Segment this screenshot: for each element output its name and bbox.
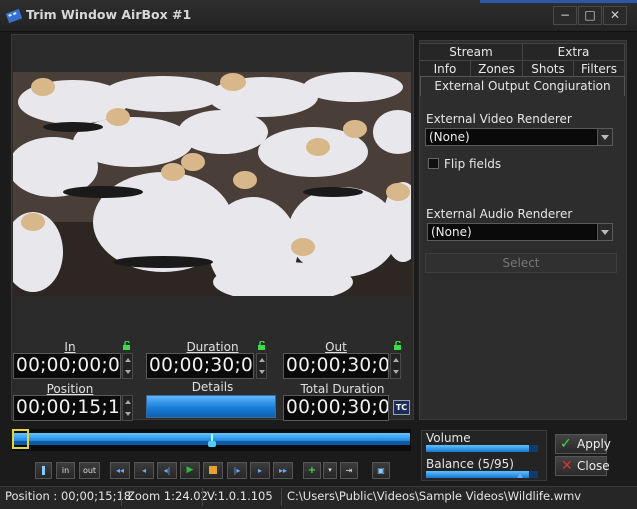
out-timecode-field[interactable]: 00;00;30;02 [283,353,389,379]
audio-renderer-value: (None) [431,225,472,239]
details-label: Details [191,380,234,394]
mark-out-button[interactable]: out [79,462,100,479]
apply-label: Apply [577,437,611,451]
chevron-down-icon[interactable] [597,224,612,240]
window-title: Trim Window AirBox #1 [26,7,192,22]
in-label: In [64,340,76,354]
step-forward-button[interactable]: |▸ [227,462,247,479]
close-label: Close [577,459,610,473]
x-icon: ✕ [561,458,573,474]
position-spinner[interactable] [122,395,133,421]
tab-external-output[interactable]: External Output Congiuration [420,76,625,96]
video-renderer-select[interactable]: (None) [425,128,613,146]
position-timecode-field[interactable]: 00;00;15;18 [13,395,121,421]
tab-stream[interactable]: Stream [420,43,523,60]
duration-spinner[interactable] [256,353,267,379]
duration-timecode-field[interactable]: 00;00;30;02 [146,353,254,379]
details-bar [146,395,276,418]
split-button[interactable] [35,462,52,479]
fast-forward-button[interactable]: ▸ [250,462,270,479]
audio-renderer-label: External Audio Renderer [426,207,573,221]
status-separator [281,488,282,506]
save-icon[interactable]: ▣ [372,462,390,479]
out-spinner[interactable] [390,353,401,379]
status-file-path: C:\Users\Public\Videos\Sample Videos\Wil… [287,489,582,503]
tab-shots[interactable]: Shots [523,60,574,77]
tab-filters[interactable]: Filters [574,60,625,77]
close-window-button[interactable]: ✕ [603,6,627,25]
checkmark-icon: ✓ [560,436,572,452]
status-zoom: Zoom 1:24.02 [127,489,208,503]
total-duration-field: 00;00;30;02 [283,395,389,421]
duration-label: Duration [186,340,239,354]
status-position: Position : 00;00;15;18 [5,489,132,503]
film-icon [6,8,22,24]
add-clip-button[interactable]: + [303,462,321,479]
chevron-down-icon[interactable] [597,129,612,145]
rewind-button[interactable]: ◂ [134,462,154,479]
lock-open-icon[interactable] [258,341,267,350]
in-spinner[interactable] [122,353,133,379]
video-renderer-value: (None) [429,130,470,144]
playhead-handle[interactable] [208,441,216,447]
flip-fields-label: Flip fields [444,157,502,171]
tab-zones[interactable]: Zones [471,60,523,77]
audio-renderer-select[interactable]: (None) [427,223,613,241]
flip-fields-checkbox[interactable] [428,158,439,169]
balance-slider[interactable] [426,471,529,478]
mark-in-button[interactable]: in [56,462,75,479]
balance-knob[interactable] [517,473,523,478]
in-timecode-field[interactable]: 00;00;00;00 [13,353,121,379]
go-to-end-button[interactable]: ▸▸ [273,462,293,479]
apply-button[interactable]: ✓ Apply [555,434,611,454]
export-button[interactable]: ⇥ [340,462,358,479]
go-to-start-button[interactable]: ◂◂ [110,462,130,479]
lock-open-icon[interactable] [394,341,403,350]
tab-info[interactable]: Info [420,60,471,77]
play-button[interactable]: ▶ [180,462,200,479]
position-label: Position [46,382,94,396]
balance-label: Balance (5/95) [426,457,514,471]
tc-format-button[interactable]: TC [393,400,410,415]
video-preview[interactable] [13,72,411,296]
status-separator [202,488,203,506]
lock-open-icon[interactable] [123,341,132,350]
minimize-button[interactable]: − [553,6,577,25]
in-point-marker[interactable] [12,429,29,449]
balance-slider-end [530,471,538,478]
close-button[interactable]: ✕ Close [555,456,610,476]
total-duration-label: Total Duration [300,382,385,396]
volume-label: Volume [426,431,471,445]
stop-button[interactable] [203,462,223,479]
add-clip-dropdown[interactable]: ▾ [323,462,337,479]
select-button[interactable]: Select [425,253,617,273]
maximize-button[interactable]: □ [578,6,602,25]
status-separator [121,488,122,506]
status-version: V:1.0.1.105 [207,489,273,503]
tab-extra[interactable]: Extra [523,43,625,60]
taskbar-strip [480,0,637,3]
volume-slider[interactable] [426,445,529,452]
out-label: Out [325,340,347,354]
video-renderer-label: External Video Renderer [426,112,572,126]
step-back-button[interactable]: ◂| [157,462,177,479]
volume-slider-end [530,445,538,452]
